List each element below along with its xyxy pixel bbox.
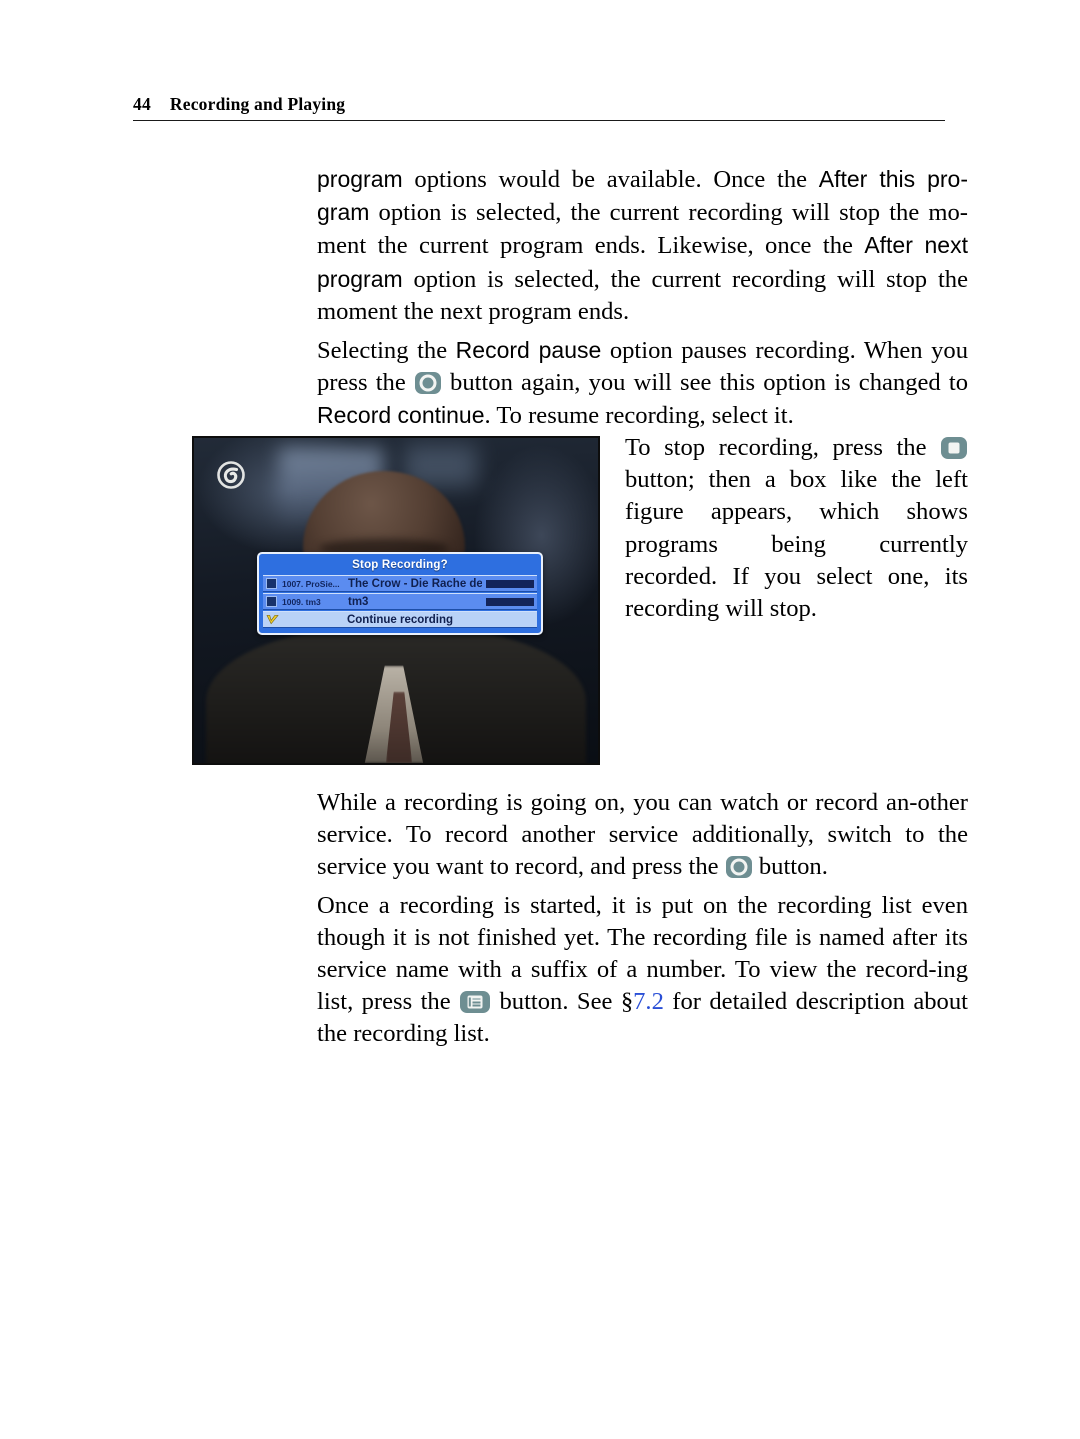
recording-progress-bar (486, 579, 534, 588)
paragraph-stop-recording: To stop recording, press the button; the… (625, 432, 968, 625)
recording-progress-bar (486, 597, 534, 606)
section-reference-link[interactable]: 7.2 (633, 988, 664, 1015)
para5-text-b: button. See § (491, 988, 634, 1016)
para4-text-a: While a recording is going on, you can w… (317, 789, 968, 881)
stop-recording-dialog[interactable]: Stop Recording? 1007. ProSie... The Crow… (257, 552, 543, 635)
checkmark-icon (266, 614, 279, 624)
paragraph-after-program: program options would be available. Once… (317, 163, 968, 328)
service-name: 1009. tm3 (282, 596, 321, 607)
broadcaster-logo-icon (217, 461, 245, 489)
ui-term-record-continue: Record continue (317, 402, 485, 429)
text-column-beside-figure: To stop recording, press the button; the… (625, 432, 968, 631)
ui-term-program: program (317, 166, 403, 192)
page-header: 44 Recording and Playing (133, 94, 945, 121)
para1-text-b: options would be available. Once the (402, 166, 819, 193)
recording-row[interactable]: 1007. ProSie... The Crow - Die Rache de.… (263, 575, 537, 592)
service-chip-icon (266, 596, 277, 607)
para2-text-f: . To resume recording, select it. (484, 402, 794, 430)
paragraph-record-another-service: While a recording is going on, you can w… (317, 787, 968, 884)
list-glyph-bar (468, 997, 472, 1007)
para2-text-a: Selecting the (317, 337, 456, 365)
tv-screenshot-figure: Stop Recording? 1007. ProSie... The Crow… (192, 436, 600, 765)
list-button-icon (460, 991, 491, 1014)
program-title: The Crow - Die Rache de.. (348, 577, 482, 590)
service-chip-icon (266, 578, 277, 589)
para4-text-b: button. (752, 853, 828, 881)
para3-text-a: To stop recording, press the (625, 434, 940, 461)
para1-text-f: option is selected, the current recordin… (317, 265, 968, 325)
continue-recording-label: Continue recording (346, 613, 454, 626)
program-title: tm3 (348, 595, 369, 608)
header-rule (133, 120, 945, 121)
recording-row[interactable]: 1009. tm3 tm3 (263, 593, 537, 610)
header-line: 44 Recording and Playing (133, 94, 945, 120)
dialog-title: Stop Recording? (352, 559, 448, 571)
record-button-icon (725, 856, 752, 879)
paragraph-recording-list: Once a recording is started, it is put o… (317, 890, 968, 1051)
page-number: 44 (133, 94, 151, 114)
para2-text-d: button again, you will see this option i… (441, 369, 969, 397)
paragraph-record-pause: Selecting the Record pause option pauses… (317, 334, 968, 433)
stop-button-icon (941, 437, 967, 459)
text-column-top: program options would be available. Once… (317, 163, 968, 439)
continue-recording-row[interactable]: Continue recording (263, 611, 537, 628)
page-title: Recording and Playing (169, 94, 346, 114)
ui-term-record-pause: Record pause (455, 337, 602, 364)
text-column-bottom: While a recording is going on, you can w… (317, 787, 968, 1057)
record-button-icon (414, 372, 441, 395)
para3-text-b: button; then a box like the left figure … (625, 466, 968, 623)
service-name: 1007. ProSie... (282, 578, 340, 589)
